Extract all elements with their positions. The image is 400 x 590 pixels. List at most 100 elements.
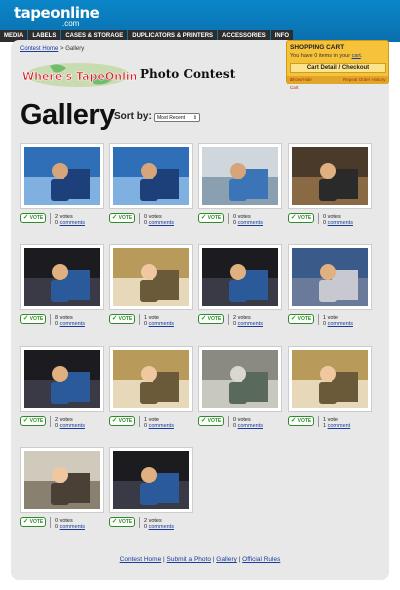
comment-count: 0 comments	[233, 220, 263, 226]
gallery-item: ✓VOTE 2 votes 0 comments	[198, 244, 282, 329]
footer-submit-photo[interactable]: Submit a Photo	[167, 556, 211, 563]
vote-button[interactable]: ✓VOTE	[109, 213, 135, 223]
comments-link[interactable]: comments	[238, 220, 263, 226]
comment-count: 0 comments	[144, 220, 174, 226]
vote-button[interactable]: ✓VOTE	[20, 314, 46, 324]
comments-link[interactable]: comment	[328, 423, 351, 429]
photo-image	[24, 350, 100, 408]
comment-count-number: 0	[233, 220, 237, 226]
vote-button[interactable]: ✓VOTE	[109, 416, 135, 426]
divider	[50, 213, 51, 224]
photo-image	[113, 451, 189, 509]
sort-select[interactable]: Most Recent ⇕	[154, 113, 200, 122]
photo-thumbnail[interactable]	[288, 143, 372, 209]
comment-count-number: 0	[144, 524, 148, 530]
gallery-item: ✓VOTE 1 vote 0 comments	[288, 244, 372, 329]
comments-link[interactable]: comments	[149, 220, 174, 226]
vote-button-label: VOTE	[118, 519, 133, 525]
photo-thumbnail[interactable]	[288, 346, 372, 412]
comments-link[interactable]: comments	[149, 524, 174, 530]
vote-button[interactable]: ✓VOTE	[20, 213, 46, 223]
comment-count: 0 comments	[55, 321, 85, 327]
gallery-item: ✓VOTE 2 votes 0 comments	[20, 346, 104, 431]
comment-count-number: 0	[55, 423, 59, 429]
divider	[228, 314, 229, 325]
vote-button[interactable]: ✓VOTE	[198, 213, 224, 223]
comment-count: 0 comments	[144, 423, 174, 429]
photo-thumbnail[interactable]	[288, 244, 372, 310]
footer-official-rules[interactable]: Official Rules	[242, 556, 280, 563]
footer-gallery[interactable]: Gallery	[216, 556, 237, 563]
cart-link[interactable]: cart	[352, 53, 361, 59]
footer-contest-home[interactable]: Contest Home	[120, 556, 162, 563]
comments-link[interactable]: comments	[60, 220, 85, 226]
site-logo-suffix: .com	[62, 19, 80, 28]
photo-thumbnail[interactable]	[20, 447, 104, 513]
vote-button[interactable]: ✓VOTE	[20, 517, 46, 527]
vote-button-label: VOTE	[207, 418, 222, 424]
photo-thumbnail[interactable]	[109, 447, 193, 513]
vote-button-label: VOTE	[118, 316, 133, 322]
vote-button[interactable]: ✓VOTE	[288, 314, 314, 324]
divider	[318, 213, 319, 224]
cart-status-text: You have 0 items in your	[290, 53, 352, 59]
comment-count: 0 comments	[144, 321, 174, 327]
photo-thumbnail[interactable]	[198, 346, 282, 412]
comments-link[interactable]: comments	[149, 423, 174, 429]
repeat-order-link[interactable]: Repeat Order History	[343, 76, 386, 84]
vote-button[interactable]: ✓VOTE	[288, 416, 314, 426]
footer-links: Contest Home | Submit a Photo | Gallery …	[0, 556, 400, 563]
photo-image	[292, 350, 368, 408]
site-logo[interactable]: tapeonline	[14, 6, 100, 21]
comments-link[interactable]: comments	[60, 321, 85, 327]
comment-count: 0 comments	[233, 321, 263, 327]
photo-thumbnail[interactable]	[20, 143, 104, 209]
photo-thumbnail[interactable]	[198, 244, 282, 310]
vote-button[interactable]: ✓VOTE	[20, 416, 46, 426]
vote-button-label: VOTE	[29, 215, 44, 221]
comment-count-number: 0	[55, 524, 59, 530]
photo-thumbnail[interactable]	[20, 346, 104, 412]
photo-thumbnail[interactable]	[198, 143, 282, 209]
vote-button-label: VOTE	[118, 215, 133, 221]
photo-thumbnail[interactable]	[20, 244, 104, 310]
vote-button[interactable]: ✓VOTE	[109, 517, 135, 527]
cart-status-end: .	[360, 53, 363, 59]
shopping-cart: SHOPPING CART You have 0 items in your c…	[286, 40, 389, 90]
comments-link[interactable]: comments	[238, 321, 263, 327]
divider	[318, 314, 319, 325]
comments-link[interactable]: comments	[60, 524, 85, 530]
gallery-item: ✓VOTE 2 votes 0 comments	[20, 143, 104, 228]
comment-count-number: 0	[144, 321, 148, 327]
site-header: tapeonline .com MEDIA LABELS CASES & STO…	[0, 0, 400, 42]
vote-button-label: VOTE	[29, 418, 44, 424]
photo-thumbnail[interactable]	[109, 244, 193, 310]
photo-image	[202, 248, 278, 306]
divider	[139, 213, 140, 224]
show-hide-cart-label: Show/Hide Cart	[290, 77, 312, 90]
checkmark-icon: ✓	[290, 315, 297, 322]
cart-title: SHOPPING CART	[290, 44, 345, 51]
photo-image	[24, 248, 100, 306]
vote-button[interactable]: ✓VOTE	[198, 416, 224, 426]
photo-thumbnail[interactable]	[109, 346, 193, 412]
vote-button[interactable]: ✓VOTE	[288, 213, 314, 223]
vote-button-label: VOTE	[29, 519, 44, 525]
comments-link[interactable]: comments	[328, 321, 353, 327]
comments-link[interactable]: comments	[60, 423, 85, 429]
svg-text:Where's TapeOnline!?: Where's TapeOnline!?	[22, 70, 136, 83]
checkout-button[interactable]: Cart Detail / Checkout	[290, 63, 386, 73]
vote-button[interactable]: ✓VOTE	[198, 314, 224, 324]
checkmark-icon: ✓	[200, 214, 207, 221]
photo-image	[202, 350, 278, 408]
gallery-item: ✓VOTE 0 votes 0 comments	[198, 346, 282, 431]
comments-link[interactable]: comments	[149, 321, 174, 327]
comments-link[interactable]: comments	[238, 423, 263, 429]
vote-button[interactable]: ✓VOTE	[109, 314, 135, 324]
comments-link[interactable]: comments	[328, 220, 353, 226]
comment-count-number: 0	[233, 321, 237, 327]
comment-count-number: 1	[323, 423, 327, 429]
breadcrumb-contest-home[interactable]: Contest Home	[20, 46, 58, 52]
cart-status: You have 0 items in your cart.	[290, 53, 362, 59]
photo-thumbnail[interactable]	[109, 143, 193, 209]
